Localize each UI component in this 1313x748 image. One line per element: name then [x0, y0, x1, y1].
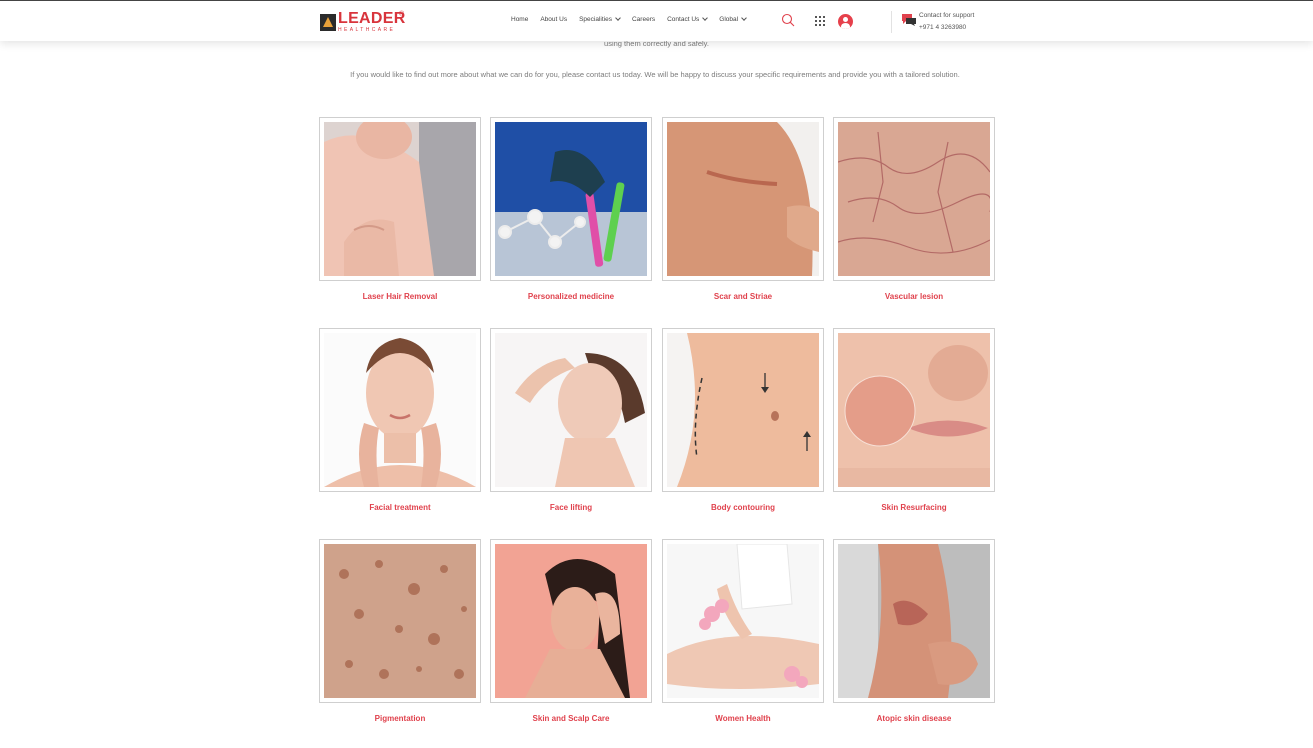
service-card-facial-treatment[interactable]: Facial treatment: [319, 328, 481, 512]
nav-global[interactable]: Global: [719, 15, 747, 23]
nav-label: Global: [719, 16, 739, 23]
user-account-icon[interactable]: [838, 14, 853, 29]
service-caption[interactable]: Personalized medicine: [490, 292, 652, 301]
scar-and-striae-image: [667, 122, 819, 276]
service-image: [838, 122, 990, 276]
service-image: [324, 544, 476, 698]
service-caption[interactable]: Body contouring: [662, 503, 824, 512]
logo-text: LEADER HEALTHCARE: [338, 11, 406, 33]
header-divider: [891, 11, 892, 33]
service-image-frame: [833, 539, 995, 703]
support-phone[interactable]: +971 4 3263980: [919, 22, 974, 34]
pigmentation-image: [324, 544, 476, 698]
service-image: [495, 122, 647, 276]
service-image: [838, 333, 990, 487]
service-card-women-health[interactable]: Women Health: [662, 539, 824, 723]
site-header: LEADER HEALTHCARE ® Home About Us Specia…: [0, 0, 1313, 41]
service-image-frame: [490, 539, 652, 703]
intro-paragraph: If you would like to find out more about…: [350, 70, 960, 79]
service-card-skin-and-scalp-care[interactable]: Skin and Scalp Care: [490, 539, 652, 723]
laser-hair-removal-image: [324, 122, 476, 276]
service-card-laser-hair-removal[interactable]: Laser Hair Removal: [319, 117, 481, 301]
service-image-frame: [319, 328, 481, 492]
service-image: [667, 333, 819, 487]
chevron-down-icon: [615, 15, 621, 21]
service-image: [838, 544, 990, 698]
nav-about-us[interactable]: About Us: [540, 16, 567, 23]
service-caption[interactable]: Laser Hair Removal: [319, 292, 481, 301]
service-image-frame: [319, 539, 481, 703]
service-image: [667, 122, 819, 276]
logo-tagline: HEALTHCARE: [338, 27, 396, 33]
vascular-lesion-image: [838, 122, 990, 276]
service-image-frame: [662, 328, 824, 492]
body-contouring-image: [667, 333, 819, 487]
nav-careers[interactable]: Careers: [632, 16, 655, 23]
nav-label: Specialities: [579, 16, 612, 23]
service-image: [667, 544, 819, 698]
service-image: [495, 333, 647, 487]
service-image: [324, 122, 476, 276]
logo-mark-icon: [320, 13, 336, 31]
nav-label: Careers: [631, 16, 656, 23]
nav-home[interactable]: Home: [511, 16, 528, 23]
service-card-pigmentation[interactable]: Pigmentation: [319, 539, 481, 723]
nav-specialities[interactable]: Specialities: [579, 15, 621, 23]
personalized-medicine-image: [495, 122, 647, 276]
service-caption[interactable]: Women Health: [662, 714, 824, 723]
service-caption[interactable]: Vascular lesion: [833, 292, 995, 301]
nav-label: Home: [511, 16, 529, 23]
service-image-frame: [662, 539, 824, 703]
nav-label: Contact Us: [667, 16, 700, 23]
main-nav: Home About Us Specialities Careers Conta…: [511, 15, 758, 23]
service-image-frame: [833, 117, 995, 281]
chevron-down-icon: [741, 15, 747, 21]
service-caption[interactable]: Atopic skin disease: [833, 714, 995, 723]
service-card-personalized-medicine[interactable]: Personalized medicine: [490, 117, 652, 301]
search-icon[interactable]: [781, 13, 795, 27]
service-card-body-contouring[interactable]: Body contouring: [662, 328, 824, 512]
service-image-frame: [662, 117, 824, 281]
brand-logo[interactable]: LEADER HEALTHCARE: [320, 11, 406, 33]
service-image: [324, 333, 476, 487]
service-card-skin-resurfacing[interactable]: Skin Resurfacing: [833, 328, 995, 512]
support-contact[interactable]: Contact for support +971 4 3263980: [919, 10, 974, 34]
logo-registered-mark: ®: [399, 11, 405, 18]
service-caption[interactable]: Pigmentation: [319, 714, 481, 723]
service-caption[interactable]: Skin and Scalp Care: [490, 714, 652, 723]
nav-label: About Us: [540, 16, 568, 23]
atopic-skin-disease-image: [838, 544, 990, 698]
service-card-face-lifting[interactable]: Face lifting: [490, 328, 652, 512]
service-card-vascular-lesion[interactable]: Vascular lesion: [833, 117, 995, 301]
service-image-frame: [833, 328, 995, 492]
support-label: Contact for support: [919, 12, 975, 19]
service-caption[interactable]: Facial treatment: [319, 503, 481, 512]
women-health-image: [667, 544, 819, 698]
chat-support-icon: [902, 14, 916, 26]
service-image: [495, 544, 647, 698]
facial-treatment-image: [324, 333, 476, 487]
service-caption[interactable]: Face lifting: [490, 503, 652, 512]
nav-contact-us[interactable]: Contact Us: [667, 15, 709, 23]
service-image-frame: [490, 117, 652, 281]
skin-resurfacing-image: [838, 333, 990, 487]
service-card-scar-and-striae[interactable]: Scar and Striae: [662, 117, 824, 301]
chevron-down-icon: [702, 15, 709, 21]
service-card-atopic-skin-disease[interactable]: Atopic skin disease: [833, 539, 995, 723]
face-lifting-image: [495, 333, 647, 487]
service-image-frame: [319, 117, 481, 281]
logo-word: LEADER: [338, 10, 406, 27]
skin-and-scalp-care-image: [495, 544, 647, 698]
service-image-frame: [490, 328, 652, 492]
service-caption[interactable]: Scar and Striae: [662, 292, 824, 301]
service-caption[interactable]: Skin Resurfacing: [833, 503, 995, 512]
apps-grid-icon[interactable]: [815, 16, 825, 26]
